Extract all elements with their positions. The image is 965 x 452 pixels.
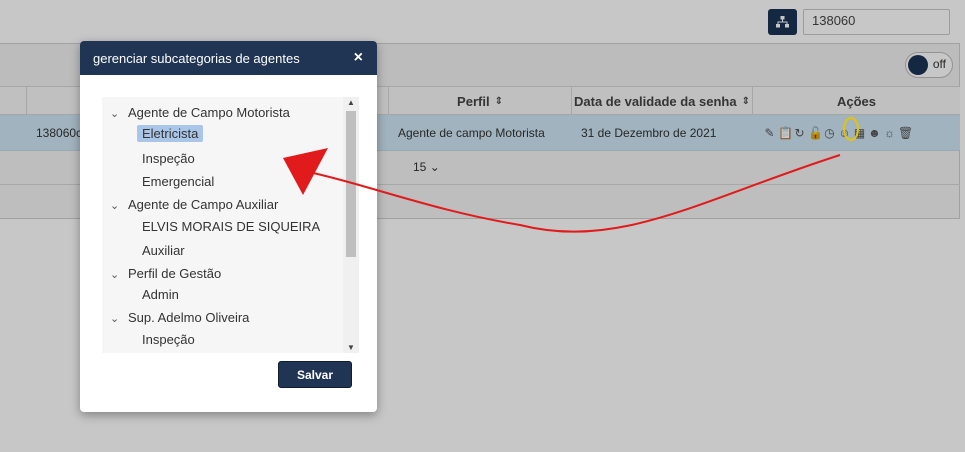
arrowhead (283, 148, 328, 195)
annotation-arrow (283, 148, 841, 233)
